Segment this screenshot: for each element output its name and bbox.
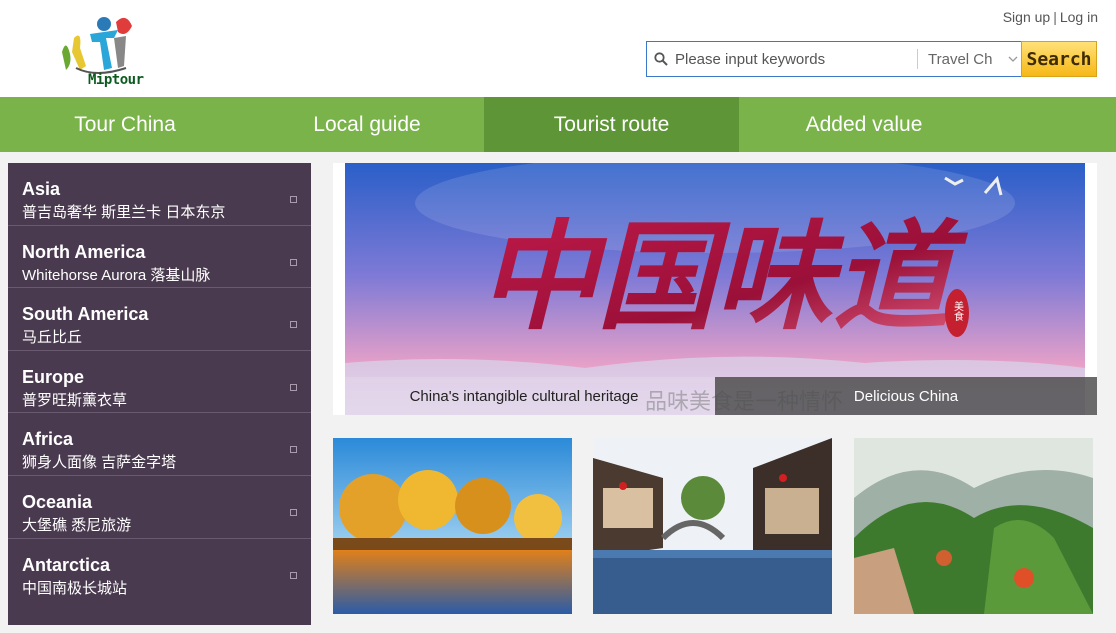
search-button[interactable]: Search (1021, 41, 1097, 77)
sidebar-item-title: North America (22, 241, 146, 262)
chevron-down-icon (1008, 56, 1018, 62)
expand-icon (290, 383, 297, 391)
expand-icon (290, 446, 297, 454)
thumbnail-water-town[interactable] (593, 438, 832, 614)
nav-item-local-guide[interactable]: Local guide (250, 97, 484, 152)
sidebar-item-oceania[interactable]: Oceania 大堡礁 悉尼旅游 (8, 476, 311, 539)
main-nav: Tour China Local guide Tourist route Add… (0, 97, 1116, 152)
expand-icon (290, 321, 297, 329)
sidebar-item-title: South America (22, 304, 149, 325)
nav-item-added-value[interactable]: Added value (739, 97, 989, 152)
sidebar-item-title: Europe (22, 366, 85, 387)
sidebar-item-title: Oceania (22, 491, 93, 512)
sidebar-item-antarctica[interactable]: Antarctica 中国南极长城站 (8, 539, 311, 602)
search-input[interactable] (675, 43, 917, 75)
sidebar-item-subtitle: 普罗旺斯薰衣草 (22, 391, 128, 409)
sidebar-item-title: Africa (22, 429, 74, 450)
search-bar: Travel Ch Search (646, 41, 1097, 77)
expand-icon (290, 508, 297, 516)
carousel-caption-delicious-china[interactable]: Delicious China (715, 377, 1097, 415)
sidebar-item-subtitle: Whitehorse Aurora 落基山脉 (22, 266, 211, 284)
sidebar-item-subtitle: 大堡礁 悉尼旅游 (22, 516, 132, 534)
nav-item-tour-china[interactable]: Tour China (0, 97, 250, 152)
banner-stamp-text: 美食 (952, 300, 964, 322)
hero-carousel[interactable]: 中国味道 美食 品味美食是一种情怀 China's intangible cul… (333, 163, 1097, 415)
sidebar-item-subtitle: 普吉岛奢华 斯里兰卡 日本东京 (22, 204, 226, 221)
signup-link[interactable]: Sign up (1003, 9, 1050, 25)
banner-calligraphy: 中国味道 (479, 207, 968, 346)
logo-text: Miptour (88, 72, 144, 88)
sidebar-item-subtitle: 狮身人面像 吉萨金字塔 (22, 454, 177, 472)
sidebar-item-asia[interactable]: Asia 普吉岛奢华 斯里兰卡 日本东京 (8, 163, 311, 226)
sidebar-item-subtitle: 中国南极长城站 (22, 579, 128, 597)
search-divider (917, 49, 918, 69)
thumbnail-mountain-peak[interactable] (854, 438, 1093, 614)
category-select[interactable]: Travel Ch (926, 42, 1024, 76)
site-header: Miptour Sign up|Log in Travel Ch Search (0, 0, 1116, 97)
sidebar-item-title: Asia (22, 179, 61, 199)
expand-icon (290, 196, 297, 203)
sidebar-item-north-america[interactable]: North America Whitehorse Aurora 落基山脉 (8, 226, 311, 289)
sidebar-item-south-america[interactable]: South America 马丘比丘 (8, 288, 311, 351)
auth-separator: | (1053, 9, 1057, 25)
thumbnail-autumn-lake[interactable] (333, 438, 572, 614)
nav-item-tourist-route[interactable]: Tourist route (484, 97, 739, 152)
sidebar-item-africa[interactable]: Africa 狮身人面像 吉萨金字塔 (8, 413, 311, 476)
sidebar-item-europe[interactable]: Europe 普罗旺斯薰衣草 (8, 351, 311, 414)
search-icon (647, 42, 675, 76)
login-link[interactable]: Log in (1060, 9, 1098, 25)
sidebar-item-subtitle: 马丘比丘 (22, 329, 83, 347)
sidebar-item-title: Antarctica (22, 554, 111, 575)
expand-icon (290, 258, 297, 266)
carousel-caption-heritage[interactable]: China's intangible cultural heritage (333, 377, 715, 415)
expand-icon (290, 571, 297, 579)
category-select-value: Travel Ch (928, 50, 993, 68)
auth-links: Sign up | Log in (1003, 9, 1098, 25)
region-sidebar: Asia 普吉岛奢华 斯里兰卡 日本东京 North America White… (8, 163, 311, 625)
